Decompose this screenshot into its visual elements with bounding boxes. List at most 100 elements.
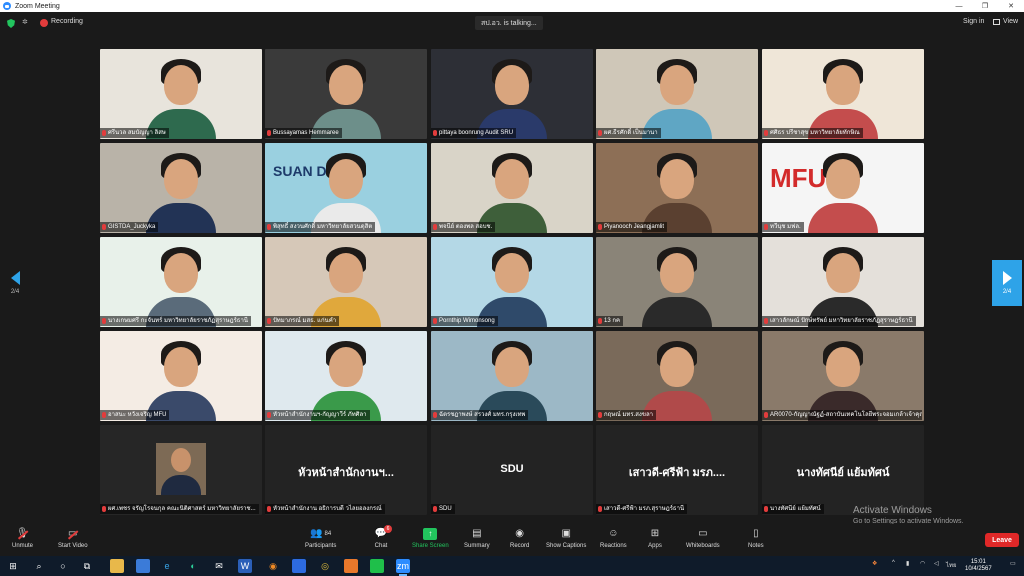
taskbar-clock[interactable]: 15:01 10/4/2567 bbox=[965, 559, 992, 573]
tray-chevron-icon[interactable]: ^ bbox=[892, 560, 895, 566]
encryption-shield-icon[interactable] bbox=[7, 19, 15, 28]
tray-battery-icon[interactable]: ▮ bbox=[906, 560, 909, 567]
chrome-icon[interactable]: ◎ bbox=[318, 559, 332, 573]
notification-icon[interactable]: ▭ bbox=[1010, 560, 1016, 567]
show-captions-button[interactable]: ▣ Show Captions bbox=[546, 528, 586, 549]
firefox-icon[interactable]: ◉ bbox=[266, 559, 280, 573]
clock-time: 15:01 bbox=[970, 559, 986, 565]
notes-button[interactable]: ▯ Notes bbox=[748, 528, 764, 549]
participant-tile[interactable]: นางเกษมศรี กะจันทร์ มหาวิทยาลัยราชภัฏสุร… bbox=[100, 237, 262, 327]
page-indicator-left: 2/4 bbox=[10, 289, 20, 295]
connection-signal-icon[interactable]: ✲ bbox=[22, 19, 30, 27]
sign-in-button[interactable]: Sign in bbox=[963, 18, 984, 25]
participant-tile[interactable]: GISTDA_Juckyka bbox=[100, 143, 262, 233]
participant-tile[interactable]: MFU ทวีนุช มฟล. bbox=[762, 143, 924, 233]
participant-name: ศรีนวล สมบัญญา ลิสษ bbox=[108, 130, 166, 136]
participant-name-label: pittaya boonrung Audit SRU bbox=[431, 128, 517, 138]
tray-network-icon[interactable]: ◠ bbox=[920, 560, 925, 567]
muted-mic-icon bbox=[598, 224, 602, 230]
tray-app-icon[interactable]: ❖ bbox=[872, 560, 877, 567]
zoom-alt-icon[interactable] bbox=[292, 559, 306, 573]
participant-name-label: เสาวลักษณ์ ปักษ์ทรัพย์ มหาวิทยาลัยราชภัฏ… bbox=[762, 316, 916, 326]
apps-icon: ⊞ bbox=[650, 528, 660, 539]
summary-label: Summary bbox=[464, 543, 490, 549]
participant-tile[interactable]: SDU SDU bbox=[431, 425, 593, 515]
participant-tile[interactable]: AR0070-กัญญาณัฐฏ์-สถาบันเทคโนโลยีพระจอมเ… bbox=[762, 331, 924, 421]
tray-language[interactable]: ไทย bbox=[946, 560, 957, 570]
restore-button[interactable]: ❐ bbox=[972, 0, 998, 12]
participant-display-name: SDU bbox=[500, 463, 524, 475]
word-icon[interactable]: W bbox=[238, 559, 252, 573]
next-page-button[interactable]: 2/4 bbox=[992, 260, 1022, 306]
participant-name: พจนีย์ ตองพล สอบช. bbox=[439, 224, 493, 230]
participant-display-name: นางทัศนีย์ แย้มทัศน์ bbox=[796, 467, 890, 479]
muted-mic-icon bbox=[267, 318, 271, 324]
previous-page-button[interactable]: 2/4 bbox=[0, 260, 30, 306]
recording-icon[interactable] bbox=[40, 19, 48, 27]
participant-display-name: หัวหน้าสำนักงานฯ... bbox=[298, 467, 394, 479]
participant-tile[interactable]: 13 กค bbox=[596, 237, 758, 327]
record-icon: ◉ bbox=[515, 528, 525, 539]
participant-tile[interactable]: SUAN DUSIT พิสุทธิ์ สงวนศักดิ์ มหาวิทยาลั… bbox=[265, 143, 427, 233]
summary-icon: ▤ bbox=[472, 528, 482, 539]
line-icon[interactable] bbox=[370, 559, 384, 573]
participant-tile[interactable]: พจนีย์ ตองพล สอบช. bbox=[431, 143, 593, 233]
participant-tile[interactable]: หัวหน้าสำนักงานฯ-กัญญาวีร์ ภัทศิลา bbox=[265, 331, 427, 421]
whiteboards-button[interactable]: ▭ Whiteboards bbox=[686, 528, 720, 549]
mail-icon[interactable]: ✉ bbox=[212, 559, 226, 573]
windows-start-icon[interactable]: ⊞ bbox=[6, 559, 20, 573]
participant-video-person bbox=[311, 151, 381, 233]
participant-tile[interactable]: ผศ.เพชร จรัญโรจนกุล คณะนิติศาสตร์ มหาวิท… bbox=[100, 425, 262, 515]
pdf-icon[interactable] bbox=[344, 559, 358, 573]
zoom-icon[interactable]: zm bbox=[396, 559, 410, 576]
participant-tile[interactable]: ปัทมาภรณ์ มสธ. แก่นคำ bbox=[265, 237, 427, 327]
participant-tile[interactable]: หัวหน้าสำนักงานฯ... หัวหน้าสำนักงาน อธิกา… bbox=[265, 425, 427, 515]
close-button[interactable]: ✕ bbox=[998, 0, 1024, 12]
unmute-button[interactable]: 🎙 Unmute bbox=[12, 528, 33, 549]
leave-button[interactable]: Leave bbox=[985, 533, 1019, 547]
view-button[interactable]: View bbox=[993, 18, 1018, 25]
apps-button[interactable]: ⊞ Apps bbox=[648, 528, 662, 549]
participants-button[interactable]: 👥 84 Participants bbox=[305, 528, 336, 549]
participant-profile-photo bbox=[156, 443, 206, 495]
watermark-line-1: Activate Windows bbox=[853, 505, 932, 516]
participant-name: ผศ.เพชร จรัญโรจนกุล คณะนิติศาสตร์ มหาวิท… bbox=[108, 506, 256, 512]
chat-button[interactable]: 💬 6 Chat bbox=[374, 525, 392, 549]
share-screen-button[interactable]: ↑ Share Screen bbox=[412, 528, 449, 549]
participant-tile[interactable]: ศศิธร ปรีชาสุข มหาวิทยาลัยทักษิณ bbox=[762, 49, 924, 139]
window-controls: — ❐ ✕ bbox=[946, 0, 1024, 12]
participant-name-label: พิสุทธิ์ สงวนศักดิ์ มหาวิทยาลัยสวนดุสิต bbox=[265, 222, 376, 232]
share-screen-icon: ↑ bbox=[423, 528, 438, 540]
participant-tile[interactable]: ผศ.ธีรศักดิ์ เป็นมานา bbox=[596, 49, 758, 139]
start-video-button[interactable]: ▭ Start Video bbox=[58, 528, 88, 549]
participant-video-person bbox=[808, 151, 878, 233]
participant-video-person bbox=[808, 245, 878, 327]
store-icon[interactable] bbox=[136, 559, 150, 573]
participant-tile[interactable]: Bussayamas Hemmaree bbox=[265, 49, 427, 139]
summary-button[interactable]: ▤ Summary bbox=[464, 528, 490, 549]
file-explorer-icon[interactable] bbox=[110, 559, 124, 573]
participant-tile[interactable]: นางทัศนีย์ แย้มทัศน์ นางทัศนีย์ แย้มทัศน์ bbox=[762, 425, 924, 515]
participant-tile[interactable]: เสาวดี-ศรีฟ้า มรภ.... เสาวดี-ศรีฟ้า มรภ.ส… bbox=[596, 425, 758, 515]
participant-tile[interactable]: ฉัตรชฎาพงษ์ สรวงศ์ มทร.กรุงเทพ bbox=[431, 331, 593, 421]
reactions-button[interactable]: ☺ Reactions bbox=[600, 528, 627, 549]
tray-volume-icon[interactable]: ◁ bbox=[934, 560, 939, 567]
participant-tile[interactable]: Pornthip Wimonsong bbox=[431, 237, 593, 327]
task-view-icon[interactable]: ⧉ bbox=[80, 559, 94, 573]
edge-dev-icon[interactable]: ◐ bbox=[186, 559, 200, 573]
participant-tile[interactable]: ศรีนวล สมบัญญา ลิสษ bbox=[100, 49, 262, 139]
cortana-icon[interactable]: ○ bbox=[56, 559, 70, 573]
muted-mic-icon bbox=[102, 224, 106, 230]
participant-tile[interactable]: กฤษณ์ มทร.สงขลา bbox=[596, 331, 758, 421]
minimize-button[interactable]: — bbox=[946, 0, 972, 12]
whiteboards-label: Whiteboards bbox=[686, 543, 720, 549]
share-screen-label: Share Screen bbox=[412, 543, 449, 549]
edge-icon[interactable]: e bbox=[160, 559, 174, 573]
participant-tile[interactable]: เสาวลักษณ์ ปักษ์ทรัพย์ มหาวิทยาลัยราชภัฏ… bbox=[762, 237, 924, 327]
participant-tile[interactable]: Piyanooch Jeangjamlit bbox=[596, 143, 758, 233]
participant-tile[interactable]: อาสนะ หวังเจริญ MFU bbox=[100, 331, 262, 421]
search-icon[interactable]: ⌕ bbox=[32, 559, 46, 573]
record-button[interactable]: ◉ Record bbox=[510, 528, 529, 549]
participant-tile[interactable]: pittaya boonrung Audit SRU bbox=[431, 49, 593, 139]
muted-mic-icon bbox=[267, 130, 271, 136]
